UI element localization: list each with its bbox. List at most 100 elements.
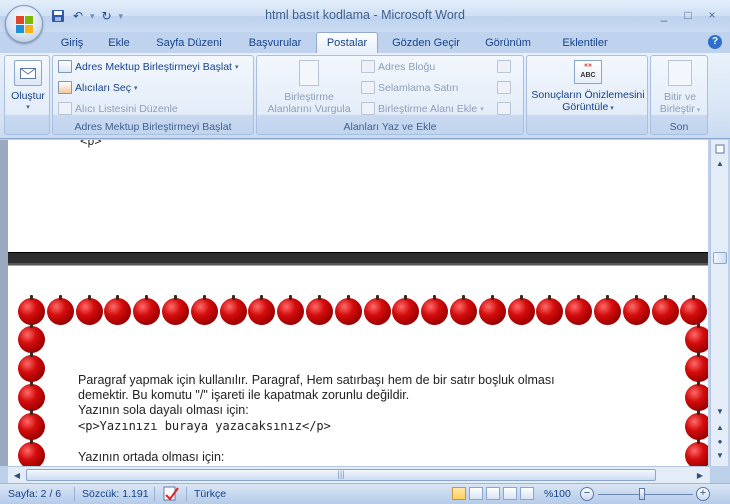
tab-review[interactable]: Gözden Geçir [386,34,466,53]
help-icon[interactable]: ? [708,35,722,49]
envelope-icon [14,60,42,86]
tab-insert[interactable]: Ekle [100,34,138,53]
select-recipients-label: Alıcıları Seç [75,81,132,94]
horizontal-scrollbar[interactable]: ◀ ||| ▶ [8,466,710,483]
apple-border-icon [162,295,189,325]
apple-border-icon [133,295,160,325]
greeting-line-button[interactable]: Selamlama Satırı [361,81,459,94]
update-labels-icon [497,102,511,115]
apple-border-icon [508,295,535,325]
insert-merge-field-button[interactable]: Birleştirme Alanı Ekle ▾ [361,102,484,115]
status-bar: Sayfa: 2 / 6 Sözcük: 1.191 Türkçe %100 −… [0,483,730,504]
tab-add-ins[interactable]: Eklentiler [552,34,618,53]
rules-button[interactable] [497,60,511,73]
start-mail-merge-button[interactable]: Adres Mektup Birleştirmeyi Başlat ▾ [58,60,238,73]
outline-view-button[interactable] [503,487,517,500]
finish-merge-icon [668,60,692,86]
tab-page-layout[interactable]: Sayfa Düzeni [148,34,230,53]
page-count[interactable]: Sayfa: 2 / 6 [8,488,61,500]
status-divider [154,487,155,501]
tab-view[interactable]: Görünüm [474,34,542,53]
zoom-slider-track[interactable] [598,494,693,495]
apple-border-icon [18,323,45,353]
select-browse-object-icon[interactable]: ● [712,434,728,448]
group-label-finish: Son [669,121,689,133]
preview-results-label-2-row: Görüntüle ▾ [529,101,647,115]
update-labels-button[interactable] [497,102,511,115]
preview-results-button[interactable]: «» ABC Sonuçların Önizlemesini Görüntüle… [529,60,647,115]
apple-border-icon [594,295,621,325]
apple-border-icon [680,295,707,325]
finish-merge-label-2-row: Birleştir ▾ [653,103,707,117]
office-logo-icon [16,16,33,33]
apple-border-icon [364,295,391,325]
select-recipients-button[interactable]: Alıcıları Seç ▾ [58,81,138,94]
chevron-down-icon: ▾ [694,107,701,114]
address-block-icon [361,60,375,73]
apple-border-icon [47,295,74,325]
apple-border-icon [623,295,650,325]
office-button[interactable] [5,5,43,43]
word-count[interactable]: Sözcük: 1.191 [82,488,149,500]
chevron-down-icon: ▾ [134,84,138,92]
tab-home[interactable]: Giriş [52,34,92,53]
maximize-button[interactable]: □ [676,6,700,24]
match-fields-button[interactable] [497,81,511,94]
apple-border-icon [450,295,477,325]
rules-icon [497,60,511,73]
vertical-scroll-thumb[interactable] [713,252,727,264]
chevron-down-icon: ▾ [608,105,614,112]
title-bar: ↶ ▾ ↻ ▾ html basıt kodlama - Microsoft W… [0,0,730,32]
recipients-icon [58,81,72,94]
ribbon-tabs: Giriş Ekle Sayfa Düzeni Başvurular Posta… [0,32,730,54]
document-page-previous[interactable]: <p> [8,140,708,252]
scroll-down-icon[interactable]: ▼ [712,404,728,418]
finish-merge-label-2: Birleştir [659,103,695,115]
create-dropdown-icon: ▾ [26,104,30,111]
document-line-1: Paragraf yapmak için kullanılır. Paragra… [78,373,555,387]
group-write-insert-fields: Birleştirme Alanlarını Vurgula Adres Blo… [256,55,524,135]
group-label-write-insert: Alanları Yaz ve Ekle [343,121,437,133]
zoom-in-icon[interactable]: + [696,487,710,501]
window-title: html basıt kodlama - Microsoft Word [265,8,465,22]
zoom-out-icon[interactable]: − [580,487,594,501]
scroll-right-icon[interactable]: ▶ [692,468,708,482]
close-button[interactable]: × [700,6,724,24]
apple-border-icon [18,381,45,411]
apple-border-icon [565,295,592,325]
draft-view-button[interactable] [520,487,534,500]
preview-icon-bottom: ABC [580,72,596,79]
language-indicator[interactable]: Türkçe [194,488,226,500]
tab-mailings[interactable]: Postalar [316,32,378,54]
tab-references[interactable]: Başvurular [240,34,310,53]
document-line-3: Yazının sola dayalı olması için: [78,403,249,417]
scroll-up-icon[interactable]: ▲ [712,156,728,170]
finish-merge-button[interactable]: Bitir ve Birleştir ▾ [653,60,707,117]
full-screen-reading-view-button[interactable] [469,487,483,500]
edit-list-icon [58,102,72,115]
apple-border-icon [18,410,45,440]
ruler-toggle-icon[interactable] [712,142,728,156]
apple-border-icon [421,295,448,325]
scroll-left-icon[interactable]: ◀ [9,468,25,482]
create-button[interactable]: Oluştur ▾ [7,60,49,114]
minimize-button[interactable]: _ [652,6,676,24]
address-block-button[interactable]: Adres Bloğu [361,60,435,73]
vertical-scrollbar[interactable]: ▲ ▼ ▲ ● ▼ [710,140,728,466]
apple-border-icon [306,295,333,325]
document-line-4: <p>Yazınızı buraya yazacaksınız</p> [78,419,331,433]
previous-page-icon[interactable]: ▲ [712,420,728,434]
print-layout-view-button[interactable] [452,487,466,500]
edit-recipient-list-button[interactable]: Alıcı Listesini Düzenle [58,102,178,115]
zoom-slider-thumb[interactable] [639,488,645,500]
next-page-icon[interactable]: ▼ [712,448,728,462]
create-label: Oluştur [11,90,45,102]
group-preview-results: «» ABC Sonuçların Önizlemesini Görüntüle… [526,55,648,135]
greeting-line-label: Selamlama Satırı [378,81,459,94]
horizontal-scroll-thumb[interactable]: ||| [26,469,656,481]
document-page-current[interactable]: Paragraf yapmak için kullanılır. Paragra… [8,266,708,466]
web-layout-view-button[interactable] [486,487,500,500]
proofing-icon[interactable] [162,486,180,504]
zoom-level[interactable]: %100 [544,488,571,500]
highlight-merge-fields-button[interactable]: Birleştirme Alanlarını Vurgula [261,60,357,115]
